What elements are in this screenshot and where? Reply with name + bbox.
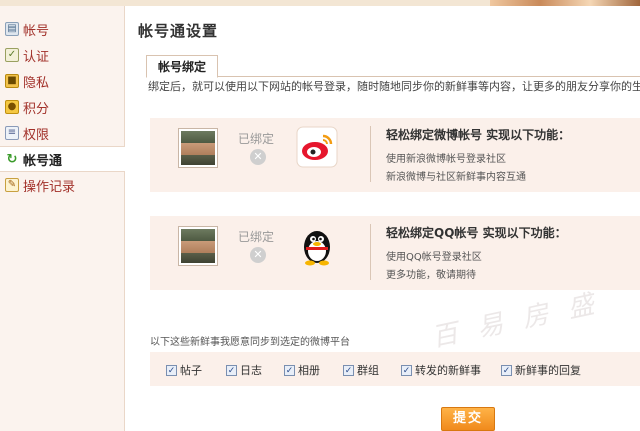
lock-icon: ■	[5, 74, 19, 88]
divider	[370, 224, 371, 280]
option-label: 群组	[357, 364, 379, 377]
checkbox-checked-icon[interactable]: ✓	[166, 364, 177, 376]
bound-status: 已绑定	[238, 230, 275, 244]
feature-item: 更多功能，敬请期待	[386, 270, 476, 281]
unbind-icon[interactable]: ✕	[250, 149, 266, 165]
sidebar-item-points[interactable]: ● 积分	[0, 94, 124, 120]
sync-icon: ↻	[6, 151, 18, 167]
feature-item: 新浪微博与社区新鲜事内容互通	[386, 172, 526, 183]
qq-penguin-logo	[304, 231, 330, 266]
sidebar-item-label: 隐私	[23, 75, 50, 91]
sidebar-item-certification[interactable]: ✓ 认证	[0, 42, 124, 68]
sidebar-item-operation-log[interactable]: ✎ 操作记录	[0, 172, 124, 198]
tab-account-binding[interactable]: 帐号绑定	[146, 55, 218, 78]
avatar-image	[181, 131, 215, 165]
weibo-binding-card: 已绑定 ✕ 轻松绑定微博帐号 实现以下功能： 使用新浪微博帐号登录社区 新浪微博…	[150, 118, 640, 192]
option-label: 相册	[298, 364, 320, 377]
checkbox-checked-icon[interactable]: ✓	[284, 364, 295, 376]
sina-weibo-logo	[296, 126, 338, 168]
avatar	[178, 128, 218, 168]
bound-status: 已绑定	[238, 132, 275, 146]
qq-binding-card: 已绑定 ✕ 轻松绑定QQ帐号 实现以下功能： 使用QQ帐号登录社区 更多功能，敬…	[150, 216, 640, 290]
feature-item: 使用QQ帐号登录社区	[386, 252, 482, 263]
weibo-card-title: 轻松绑定微博帐号 实现以下功能：	[386, 128, 571, 142]
sidebar-item-label: 认证	[23, 49, 50, 65]
sync-option-album[interactable]: ✓ 相册	[284, 362, 320, 378]
sync-option-forwarded[interactable]: ✓ 转发的新鲜事	[401, 362, 481, 378]
checkbox-checked-icon[interactable]: ✓	[343, 364, 354, 376]
sidebar-item-account[interactable]: ▤ 帐号	[0, 16, 124, 42]
watermark: 百 易 房 盛	[429, 288, 603, 354]
checkbox-checked-icon[interactable]: ✓	[226, 364, 237, 376]
sync-description: 以下这些新鲜事我愿意同步到选定的微博平台	[150, 337, 350, 348]
page-title: 帐号通设置	[138, 22, 219, 40]
feature-item: 使用新浪微博帐号登录社区	[386, 154, 506, 165]
divider	[370, 126, 371, 182]
qq-card-title: 轻松绑定QQ帐号 实现以下功能：	[386, 226, 567, 240]
certificate-icon: ✓	[5, 48, 19, 62]
sidebar-item-account-link[interactable]: ↻ 帐号通	[0, 146, 125, 172]
pencil-icon: ✎	[5, 178, 19, 192]
option-label: 帖子	[180, 364, 202, 377]
option-label: 新鲜事的回复	[515, 364, 581, 377]
sidebar: ▤ 帐号 ✓ 认证 ■ 隐私 ● 积分 ≡ 权限 ↻ 帐号通 ✎ 操作记录	[0, 6, 125, 431]
document-icon: ≡	[5, 126, 19, 140]
checkbox-checked-icon[interactable]: ✓	[401, 364, 412, 376]
sidebar-item-label: 帐号通	[23, 153, 63, 169]
sidebar-item-label: 积分	[23, 101, 50, 117]
sync-option-groups[interactable]: ✓ 群组	[343, 362, 379, 378]
avatar-image	[181, 229, 215, 263]
coins-icon: ●	[5, 100, 19, 114]
binding-description: 绑定后，就可以使用以下网站的帐号登录，随时随地同步你的新鲜事等内容，让更多的朋友…	[148, 80, 640, 93]
submit-button[interactable]: 提交	[441, 407, 495, 431]
sync-option-posts[interactable]: ✓ 帖子	[166, 362, 202, 378]
option-label: 转发的新鲜事	[415, 364, 481, 377]
tab-bar: 帐号绑定	[146, 49, 640, 78]
sidebar-item-label: 操作记录	[23, 179, 76, 195]
unbind-icon[interactable]: ✕	[250, 247, 266, 263]
sidebar-item-label: 权限	[23, 127, 50, 143]
sync-option-diary[interactable]: ✓ 日志	[226, 362, 262, 378]
sidebar-item-privacy[interactable]: ■ 隐私	[0, 68, 124, 94]
sync-option-replies[interactable]: ✓ 新鲜事的回复	[501, 362, 581, 378]
avatar	[178, 226, 218, 266]
banner-decoration	[490, 0, 640, 6]
sync-options: ✓ 帖子 ✓ 日志 ✓ 相册 ✓ 群组 ✓ 转发的新鲜事 ✓ 新鲜事的回复	[150, 352, 640, 386]
sidebar-item-label: 帐号	[23, 23, 50, 39]
option-label: 日志	[240, 364, 262, 377]
id-card-icon: ▤	[5, 22, 19, 36]
sidebar-item-permissions[interactable]: ≡ 权限	[0, 120, 124, 146]
checkbox-checked-icon[interactable]: ✓	[501, 364, 512, 376]
